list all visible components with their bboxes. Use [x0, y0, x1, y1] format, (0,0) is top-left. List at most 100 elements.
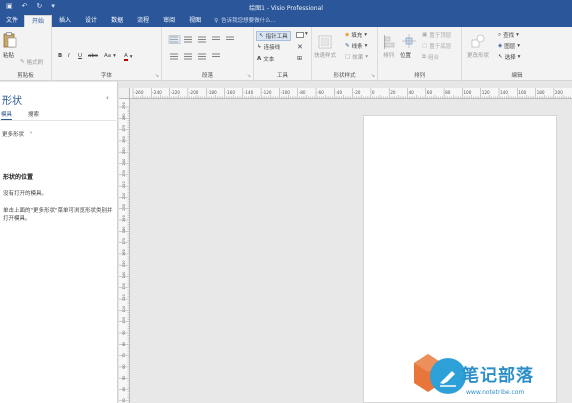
effects-button[interactable]: □ 效果 ▾ [345, 53, 368, 61]
tell-me-text: 告诉我您想要做什么... [221, 18, 276, 24]
ruler-label: -180 [207, 90, 217, 95]
find-label: 查找 [503, 33, 515, 39]
tab-view[interactable]: 视图 [182, 15, 208, 27]
tab-design[interactable]: 设计 [78, 15, 104, 27]
ruler-label: 210 [122, 192, 126, 200]
ruler-label: 20 [390, 90, 396, 95]
connector-label: 连接线 [263, 45, 281, 51]
ribbon: 粘贴 ✎ 格式刷 剪贴板 B I U abc Aa ▾ A ▾ 字体 ↘ 段落 … [0, 27, 572, 81]
ruler-label: 220 [122, 181, 126, 189]
underline-button[interactable]: U [78, 53, 82, 59]
pane-divider [0, 120, 118, 121]
change-shape-button[interactable]: 更改形状 [467, 51, 489, 59]
italic-button[interactable]: I [68, 53, 70, 59]
ruler-label: -160 [226, 90, 236, 95]
fill-icon: ◆ [345, 32, 350, 38]
format-painter-label: 格式刷 [26, 60, 44, 66]
paragraph-group-label: 段落 [201, 73, 213, 79]
select-button[interactable]: ↖ 选择 ▾ [498, 53, 520, 61]
ruler-label: 150 [122, 260, 126, 268]
text-tool-button[interactable]: A 文本 [257, 55, 274, 63]
tab-search[interactable]: 搜索 [28, 110, 39, 118]
lightbulb-icon: ♀ [214, 18, 219, 24]
effects-icon: □ [345, 54, 351, 60]
tab-insert[interactable]: 插入 [52, 15, 78, 27]
line-button[interactable]: ✎ 线条 ▾ [345, 42, 367, 50]
vertical-ruler[interactable]: 290 280 270 260 250 240 230 220 210 200 190 180 170 1… [119, 99, 130, 403]
find-button[interactable]: ⌕ 查找 ▾ [498, 31, 519, 40]
text-tool-label: 文本 [263, 57, 275, 63]
text-icon: A [257, 56, 262, 62]
connector-button[interactable]: ↳ 连接线 [257, 43, 280, 51]
ruler-label: 180 [537, 90, 545, 95]
ruler-label: 100 [463, 90, 471, 95]
tab-home[interactable]: 开始 [24, 15, 53, 27]
ruler-label: 120 [482, 90, 490, 95]
ruler-label: 160 [122, 248, 126, 256]
group-button[interactable]: ⧉ 组合 [422, 53, 439, 62]
instructions-text: 单击上面的"更多形状"菜单可浏览形状类别并打开模具。 [3, 208, 113, 222]
ruler-label: 120 [122, 294, 126, 302]
no-stencils-text: 没有打开的模具。 [3, 191, 48, 197]
align-button[interactable]: 排列 [383, 51, 394, 59]
ruler-label: -120 [262, 90, 272, 95]
font-size-button[interactable]: Aa ▾ [104, 53, 116, 59]
tell-me-box[interactable]: ♀ 告诉我您想要做什么... [214, 15, 276, 27]
align-icon[interactable] [384, 35, 398, 49]
font-color-button[interactable]: A ▾ [124, 53, 133, 61]
window-title: 绘图1 - Visio Professional [249, 5, 323, 12]
clipboard-group-label: 剪贴板 [17, 73, 34, 79]
bring-to-front-button[interactable]: ▣ 置于顶层 [422, 31, 451, 39]
arrange-group: 排列 位置 ▣ 置于顶层 ▢ 置于底层 ⧉ 组合 排列 [378, 27, 462, 81]
dialog-launcher-icon[interactable]: ↘ [155, 73, 159, 79]
bold-button[interactable]: B [58, 53, 62, 59]
effects-label: 效果 [352, 55, 364, 61]
ruler-label: -40 [335, 90, 342, 95]
layers-icon: ◈ [498, 43, 503, 49]
tab-process[interactable]: 流程 [130, 15, 156, 27]
paste-button[interactable]: 粘贴 [3, 51, 14, 59]
dialog-launcher-icon[interactable]: ↘ [371, 73, 375, 79]
change-shape-icon[interactable] [471, 34, 485, 48]
fill-button[interactable]: ◆ 填充 ▾ [345, 31, 367, 39]
tab-review[interactable]: 审阅 [156, 15, 182, 27]
close-icon[interactable]: ✕ [297, 43, 303, 51]
ruler-label: -20 [354, 90, 361, 95]
strikethrough-button[interactable]: abc [88, 53, 98, 59]
ruler-label: 110 [122, 305, 126, 313]
tools-group-label: 工具 [276, 73, 288, 79]
text-block-icon[interactable]: ⊞ [297, 55, 302, 62]
tab-stencils[interactable]: 模具 [1, 110, 13, 120]
paragraph-align-icons[interactable] [168, 35, 248, 65]
paste-icon[interactable] [3, 32, 17, 48]
rectangle-icon[interactable] [296, 32, 304, 38]
more-shapes-button[interactable]: 更多形状 › [2, 130, 32, 138]
pointer-tool-button[interactable]: ↖ 指针工具 [256, 31, 291, 41]
font-group: B I U abc Aa ▾ A ▾ 字体 ↘ [52, 27, 162, 81]
chevron-down-icon[interactable]: ▾ [305, 31, 308, 37]
fill-label: 填充 [351, 33, 363, 39]
send-to-back-button[interactable]: ▢ 置于底层 [422, 42, 451, 50]
font-name-box[interactable] [56, 31, 156, 44]
send-back-label: 置于底层 [429, 44, 452, 50]
position-button[interactable]: 位置 [400, 51, 411, 59]
position-icon[interactable] [402, 34, 416, 48]
tools-group: ↖ 指针工具 ↳ 连接线 A 文本 ▾ ✕ ⊞ 工具 [254, 27, 312, 81]
dialog-launcher-icon[interactable]: ↘ [247, 73, 251, 79]
ruler-label: 260 [122, 135, 126, 143]
pointer-icon: ↖ [259, 33, 264, 39]
quick-styles-icon[interactable] [318, 35, 332, 49]
ruler-label: -80 [299, 90, 306, 95]
chevron-left-icon[interactable]: ‹ [106, 94, 109, 102]
vertical-ruler-ticks: 290 280 270 260 250 240 230 220 210 200 190 180 170 1… [119, 101, 129, 403]
tab-data[interactable]: 数据 [104, 15, 130, 27]
ruler-label: 190 [122, 214, 126, 222]
quick-styles-button[interactable]: 快速样式 [314, 51, 336, 59]
format-painter-button[interactable]: ✎ 格式刷 [20, 58, 43, 66]
horizontal-ruler[interactable]: -260 -240 -220 -200 -180 -160 -140 -120 -100 -80-… [119, 88, 572, 99]
layers-button[interactable]: ◈ 图层 ▾ [498, 42, 520, 50]
ruler-label: 80 [122, 341, 126, 346]
ruler-label: 250 [122, 147, 126, 155]
tab-file[interactable]: 文件 [0, 15, 25, 27]
ruler-label: 240 [122, 158, 126, 166]
